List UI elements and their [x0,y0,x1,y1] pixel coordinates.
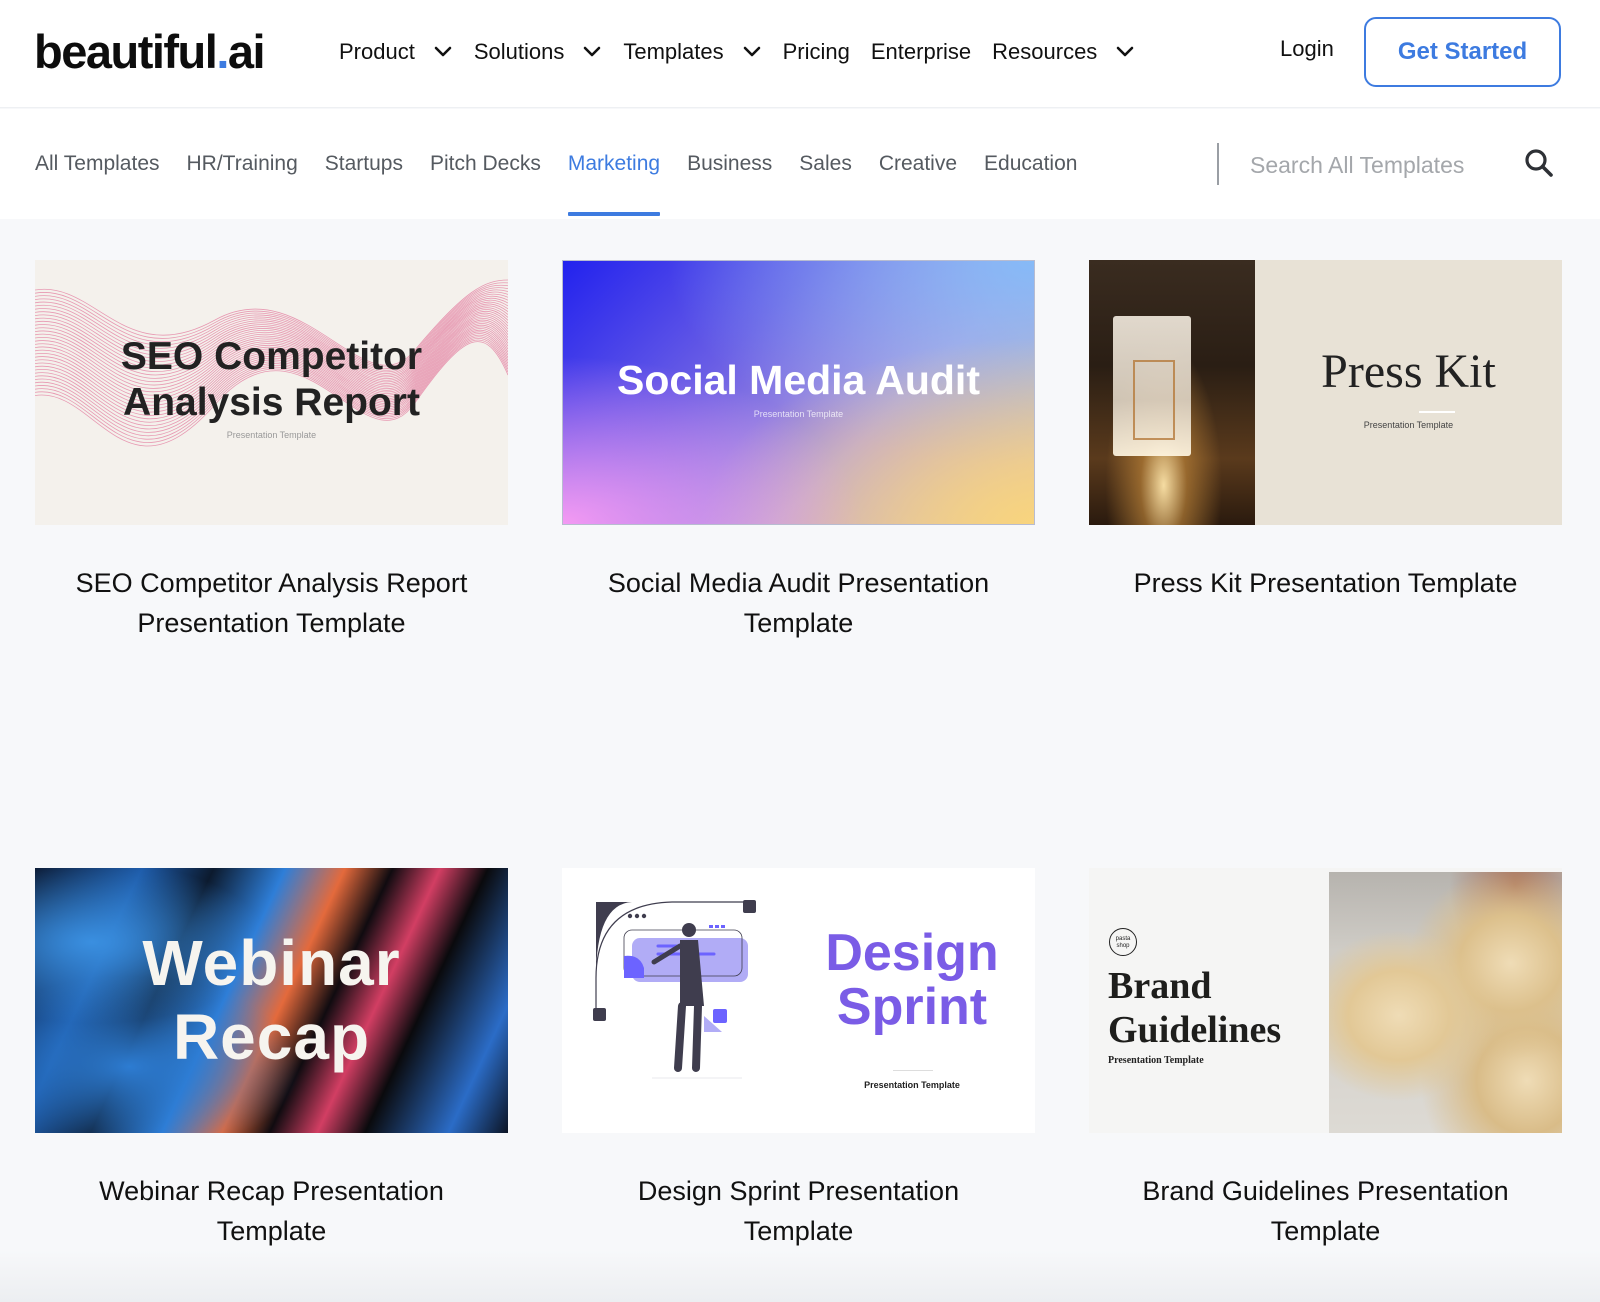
thumb-subtitle: Presentation Template [1108,1055,1204,1066]
template-thumbnail[interactable]: Social Media Audit Presentation Template [562,260,1035,525]
thumb-headline: Social Media Audit [617,357,980,403]
thumb-headline: Webinar Recap [35,926,508,1074]
nav-resources[interactable]: Resources [992,39,1135,65]
thumb-subtitle: Presentation Template [753,409,844,419]
chevron-down-icon [742,42,762,62]
get-started-button[interactable]: Get Started [1364,17,1561,87]
thumb-headline-line1: Design [825,924,999,982]
tab-education[interactable]: Education [984,109,1077,219]
thumb-headline: Brand Guidelines [1108,964,1338,1052]
category-tabs: All Templates HR/Training Startups Pitch… [35,109,1104,219]
nav-solutions[interactable]: Solutions [474,39,603,65]
template-title[interactable]: Brand Guidelines Presentation Template [1089,1171,1562,1251]
chevron-down-icon [582,42,602,62]
search-divider [1217,143,1219,185]
thumb-headline-line1: SEO Competitor [120,335,423,378]
nav-templates[interactable]: Templates [623,39,761,65]
nav-pricing[interactable]: Pricing [783,39,850,65]
thumb-divider [893,1070,933,1071]
category-tabbar: All Templates HR/Training Startups Pitch… [0,109,1600,219]
thumb-headline-line2: Sprint [836,978,988,1036]
tab-marketing[interactable]: Marketing [567,109,661,219]
tab-sales[interactable]: Sales [799,109,852,219]
chevron-down-icon [433,42,453,62]
template-thumbnail[interactable]: pasta shop Brand Guidelines Presentation… [1089,868,1562,1133]
template-thumbnail[interactable]: Webinar Recap [35,868,508,1133]
template-card-seo[interactable]: SEO Competitor Analysis Report Presentat… [35,260,508,643]
top-header: beautiful.ai Product Solutions Templates… [0,0,1600,108]
logo-suffix: ai [227,25,266,78]
nav-product-label: Product [339,39,415,64]
thumb-headline-line1: Webinar [142,927,401,999]
nav-templates-label: Templates [623,39,724,64]
tab-startups[interactable]: Startups [325,109,403,219]
template-thumbnail[interactable]: Design Sprint Presentation Template [562,868,1035,1133]
template-card-webinar-recap[interactable]: Webinar Recap Webinar Recap Presentation… [35,868,508,1251]
template-title[interactable]: Press Kit Presentation Template [1089,563,1562,603]
nav-enterprise-label: Enterprise [870,39,972,64]
tab-all-templates[interactable]: All Templates [35,109,160,219]
coffee-bag-photo [1089,260,1255,525]
login-link[interactable]: Login [1280,36,1334,62]
tab-hr-training[interactable]: HR/Training [187,109,298,219]
search-input[interactable] [1250,147,1490,183]
template-card-brand-guidelines[interactable]: pasta shop Brand Guidelines Presentation… [1089,868,1562,1251]
template-title[interactable]: Social Media Audit Presentation Template [562,563,1035,643]
tab-creative[interactable]: Creative [879,109,957,219]
nav-resources-label: Resources [992,39,1098,64]
coffee-bag-label [1133,360,1175,440]
tab-pitch-decks[interactable]: Pitch Decks [430,109,541,219]
thumb-headline-line2: Guidelines [1108,1009,1282,1051]
template-thumbnail[interactable]: SEO Competitor Analysis Report Presentat… [35,260,508,525]
main-nav: Product Solutions Templates Pricing Ente… [339,34,1156,70]
logo-text: beautiful [34,25,218,78]
thumb-subtitle: Presentation Template [1363,420,1454,430]
thumb-headline: Design Sprint [802,926,1022,1034]
thumb-headline: SEO Competitor Analysis Report [35,334,508,426]
thumb-headline-line1: Brand [1108,965,1212,1007]
bottom-fade [0,1250,1600,1302]
template-title[interactable]: Design Sprint Presentation Template [562,1171,1035,1251]
thumb-headline-line2: Analysis Report [123,381,420,424]
search-icon[interactable] [1523,147,1557,181]
beautiful-ai-logo[interactable]: beautiful.ai [34,24,266,80]
thumb-headline: Press Kit [1321,345,1496,398]
thumb-subtitle: Presentation Template [864,1080,960,1090]
thumb-subtitle: Presentation Template [226,430,317,440]
template-card-press-kit[interactable]: Press Kit Presentation Template Press Ki… [1089,260,1562,603]
thumb-headline-line2: Recap [172,1001,371,1073]
logo-dot: . [216,25,229,78]
nav-solutions-label: Solutions [473,39,565,64]
thumb-divider [1419,411,1455,413]
pasta-shop-badge: pasta shop [1109,928,1137,956]
nav-product[interactable]: Product [339,39,453,65]
person-at-screen-illustration [593,900,756,1079]
pasta-photo [1329,872,1562,1133]
template-title[interactable]: Webinar Recap Presentation Template [35,1171,508,1251]
nav-enterprise[interactable]: Enterprise [871,39,971,65]
template-card-social-media-audit[interactable]: Social Media Audit Presentation Template… [562,260,1035,643]
nav-pricing-label: Pricing [782,39,850,64]
template-thumbnail[interactable]: Press Kit Presentation Template [1089,260,1562,525]
chevron-down-icon [1115,42,1135,62]
template-title[interactable]: SEO Competitor Analysis Report Presentat… [35,563,508,643]
tab-business[interactable]: Business [687,109,772,219]
template-card-design-sprint[interactable]: Design Sprint Presentation Template Desi… [562,868,1035,1251]
